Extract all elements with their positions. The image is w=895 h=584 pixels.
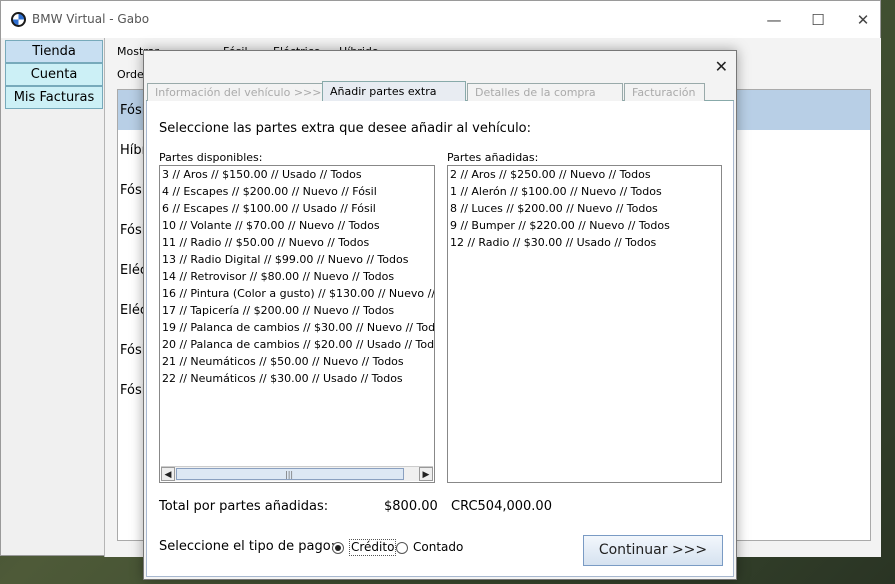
- list-item[interactable]: 17 // Tapicería // $200.00 // Nuevo // T…: [160, 302, 434, 319]
- payment-type-label: Seleccione el tipo de pago:: [159, 539, 336, 554]
- credito-radio[interactable]: Crédito: [332, 539, 397, 557]
- radio-selected-icon[interactable]: [332, 542, 344, 554]
- list-item[interactable]: 6 // Escapes // $100.00 // Usado // Fósi…: [160, 200, 434, 217]
- total-crc: CRC504,000.00: [451, 499, 552, 514]
- list-item[interactable]: 10 // Volante // $70.00 // Nuevo // Todo…: [160, 217, 434, 234]
- list-item[interactable]: 1 // Alerón // $100.00 // Nuevo // Todos: [448, 183, 721, 200]
- list-item[interactable]: 19 // Palanca de cambios // $30.00 // Nu…: [160, 319, 434, 336]
- tab-detalles-compra[interactable]: Detalles de la compra >>>: [467, 83, 623, 116]
- credito-label: Crédito: [349, 539, 397, 556]
- list-item[interactable]: 14 // Retrovisor // $80.00 // Nuevo // T…: [160, 268, 434, 285]
- list-item[interactable]: Fósi: [120, 183, 145, 198]
- list-item[interactable]: 11 // Radio // $50.00 // Nuevo // Todos: [160, 234, 434, 251]
- list-item[interactable]: Fósi: [120, 383, 145, 398]
- list-item[interactable]: Fósi: [120, 103, 145, 118]
- tab-tienda[interactable]: Tienda: [5, 40, 103, 63]
- tab-content: Seleccione las partes extra que desee añ…: [146, 101, 734, 577]
- scrollbar-thumb[interactable]: |||: [176, 468, 404, 480]
- window-title: BMW Virtual - Gabo: [32, 12, 150, 26]
- scroll-left-icon[interactable]: ◀: [161, 467, 175, 481]
- available-parts-label: Partes disponibles:: [159, 151, 263, 164]
- tab-facturacion[interactable]: Facturación: [624, 83, 705, 101]
- list-item[interactable]: 9 // Bumper // $220.00 // Nuevo // Todos: [448, 217, 721, 234]
- tab-informacion-vehiculo[interactable]: Información del vehículo >>>: [147, 83, 323, 101]
- close-button[interactable]: ✕: [848, 9, 878, 31]
- list-item[interactable]: 2 // Aros // $250.00 // Nuevo // Todos: [448, 166, 721, 183]
- list-item[interactable]: 16 // Pintura (Color a gusto) // $130.00…: [160, 285, 434, 302]
- scroll-right-icon[interactable]: ▶: [419, 467, 433, 481]
- total-usd: $800.00: [384, 499, 438, 514]
- list-item[interactable]: 4 // Escapes // $200.00 // Nuevo // Fósi…: [160, 183, 434, 200]
- contado-label: Contado: [413, 540, 464, 554]
- list-item[interactable]: 22 // Neumáticos // $30.00 // Usado // T…: [160, 370, 434, 387]
- list-item[interactable]: 3 // Aros // $150.00 // Usado // Todos: [160, 166, 434, 183]
- add-parts-dialog: ✕ Información del vehículo >>> Añadir pa…: [143, 50, 737, 580]
- dialog-close-button[interactable]: ✕: [715, 57, 728, 76]
- list-item[interactable]: 21 // Neumáticos // $50.00 // Nuevo // T…: [160, 353, 434, 370]
- tab-cuenta[interactable]: Cuenta: [5, 63, 103, 86]
- list-item[interactable]: 13 // Radio Digital // $99.00 // Nuevo /…: [160, 251, 434, 268]
- available-parts-list[interactable]: 3 // Aros // $150.00 // Usado // Todos 4 …: [159, 165, 435, 483]
- added-parts-list[interactable]: 2 // Aros // $250.00 // Nuevo // Todos 1 …: [447, 165, 722, 483]
- total-label: Total por partes añadidas:: [159, 499, 329, 514]
- radio-unselected-icon[interactable]: [396, 542, 408, 554]
- added-parts-label: Partes añadidas:: [447, 151, 539, 164]
- list-item[interactable]: 12 // Radio // $30.00 // Usado // Todos: [448, 234, 721, 251]
- contado-radio[interactable]: Contado: [396, 539, 466, 557]
- minimize-button[interactable]: —: [759, 9, 789, 31]
- title-bar: BMW Virtual - Gabo — ☐ ✕: [1, 1, 880, 38]
- list-item[interactable]: Fósi: [120, 343, 145, 358]
- list-item[interactable]: 20 // Palanca de cambios // $20.00 // Us…: [160, 336, 434, 353]
- tab-anadir-partes[interactable]: Añadir partes extra >>>: [322, 81, 466, 118]
- ordenar-label: Orde: [117, 68, 144, 81]
- horizontal-scrollbar[interactable]: ◀ ||| ▶: [161, 466, 433, 481]
- maximize-button[interactable]: ☐: [803, 9, 833, 31]
- list-item[interactable]: 8 // Luces // $200.00 // Nuevo // Todos: [448, 200, 721, 217]
- tab-mis-facturas[interactable]: Mis Facturas: [5, 86, 103, 109]
- list-item[interactable]: Fósi: [120, 223, 145, 238]
- grip-icon: |||: [285, 470, 294, 479]
- wizard-tabs: Información del vehículo >>> Añadir part…: [146, 81, 734, 118]
- instruction-text: Seleccione las partes extra que desee añ…: [159, 121, 532, 136]
- continue-button[interactable]: Continuar >>>: [583, 535, 723, 566]
- bmw-logo-icon: [11, 12, 26, 27]
